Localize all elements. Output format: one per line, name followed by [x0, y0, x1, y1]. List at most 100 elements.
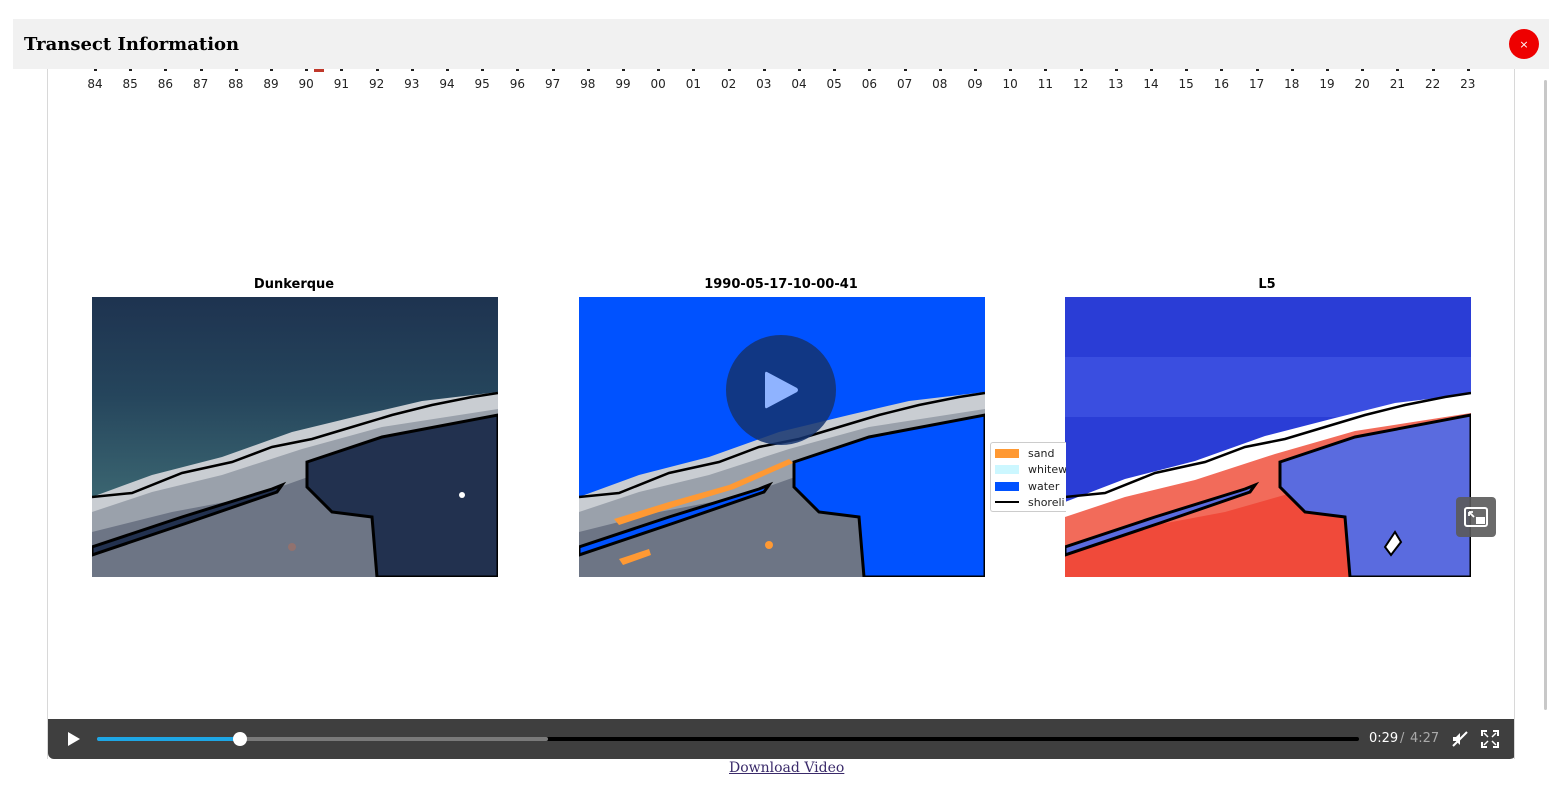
year-tick — [1361, 69, 1365, 71]
year-label: 16 — [1213, 77, 1230, 91]
year-label: 18 — [1284, 77, 1300, 91]
year-label: 04 — [791, 77, 807, 91]
year-tick — [1466, 69, 1470, 71]
close-icon: × — [1519, 37, 1529, 51]
year-tick — [375, 69, 379, 71]
year-tick — [1150, 69, 1153, 71]
video-progress-bar[interactable] — [97, 732, 1359, 746]
year-label: 00 — [650, 77, 666, 91]
legend-item-whitewater: whitew — [995, 462, 1066, 476]
mute-icon[interactable] — [1451, 730, 1469, 748]
year-tick — [833, 69, 837, 71]
year-label: 89 — [263, 77, 279, 91]
year-tick — [1290, 69, 1294, 71]
legend-item-shoreline: shoreli — [995, 495, 1065, 509]
year-tick — [410, 69, 414, 71]
year-tick — [974, 69, 977, 71]
year-tick — [727, 69, 731, 71]
year-label: 87 — [192, 77, 209, 91]
year-tick — [94, 69, 97, 71]
rgb-satellite-image — [92, 297, 498, 577]
modal-scrollbar[interactable] — [1544, 80, 1547, 710]
year-tick — [692, 69, 696, 71]
year-tick — [234, 69, 238, 71]
video-play-overlay-button[interactable] — [726, 335, 836, 445]
panel-title-location: Dunkerque — [253, 277, 335, 292]
year-tick — [164, 69, 168, 71]
year-label: 93 — [404, 77, 420, 91]
year-label: 85 — [122, 77, 138, 91]
download-video-link[interactable]: Download Video — [729, 760, 844, 776]
close-button[interactable]: × — [1509, 29, 1539, 59]
year-tick — [868, 69, 872, 71]
year-label: 13 — [1108, 77, 1124, 91]
year-label: 96 — [509, 77, 526, 91]
year-label: 86 — [157, 77, 174, 91]
year-tick — [1431, 69, 1435, 71]
year-label: 05 — [826, 77, 842, 91]
legend-swatch-shoreline — [995, 501, 1019, 503]
picture-in-picture-button[interactable] — [1456, 497, 1496, 537]
year-label: 20 — [1354, 77, 1370, 91]
year-tick — [129, 69, 133, 71]
year-tick — [798, 69, 801, 71]
year-tick — [1079, 69, 1083, 71]
year-tick — [938, 69, 942, 71]
year-label: 23 — [1460, 77, 1476, 91]
year-label: 90 — [298, 77, 314, 91]
legend-swatch-whitewater — [995, 464, 1019, 474]
year-tick — [762, 69, 766, 71]
year-tick — [270, 69, 273, 71]
legend-label: water — [1028, 479, 1060, 493]
year-label: 15 — [1178, 77, 1194, 91]
modal-title: Transect Information — [24, 34, 240, 55]
picture-in-picture-icon — [1464, 507, 1488, 527]
year-label: 92 — [368, 77, 385, 91]
panel-title-satellite: L5 — [1258, 277, 1276, 292]
progress-played — [97, 737, 240, 741]
legend-swatch-sand — [995, 448, 1019, 458]
year-label: 84 — [87, 77, 103, 91]
legend-label: shoreli — [1028, 495, 1065, 509]
year-label: 03 — [756, 77, 772, 91]
video-controls: 0:29 / 4:27 — [48, 719, 1514, 759]
year-label: 09 — [967, 77, 983, 91]
progress-thumb[interactable] — [232, 732, 247, 746]
legend-item-water: water — [995, 479, 1059, 493]
year-label: 98 — [580, 77, 596, 91]
legend-label: whitew — [1028, 462, 1066, 476]
year-label: 97 — [544, 77, 561, 91]
video-frame: 84 85 86 87 88 89 90 91 92 93 94 95 96 97 98 99 00 01 02 03… — [47, 69, 1515, 759]
year-tick — [622, 69, 625, 71]
current-year-marker — [314, 69, 325, 72]
year-tick — [305, 69, 309, 71]
play-icon — [765, 371, 798, 409]
year-tick — [199, 69, 203, 71]
year-tick — [1009, 69, 1013, 71]
year-label: 02 — [720, 77, 737, 91]
year-label: 11 — [1037, 77, 1054, 91]
year-label: 95 — [474, 77, 490, 91]
time-total: 4:27 — [1410, 731, 1440, 746]
time-current: 0:29 — [1369, 731, 1399, 746]
year-label: 99 — [615, 77, 631, 91]
year-tick — [1114, 69, 1118, 71]
year-tick — [516, 69, 520, 71]
year-tick — [1044, 69, 1048, 71]
year-label: 21 — [1389, 77, 1406, 91]
fullscreen-icon[interactable] — [1481, 730, 1499, 748]
year-tick — [551, 69, 555, 71]
year-label: 06 — [861, 77, 878, 91]
play-icon[interactable] — [64, 730, 82, 748]
year-tick — [1220, 69, 1224, 71]
year-tick — [657, 69, 661, 71]
year-timeline: 84 85 86 87 88 89 90 91 92 93 94 95 96 97 98 99 00 01 02 03… — [48, 69, 1514, 93]
panel-title-date: 1990-05-17-10-00-41 — [704, 277, 858, 292]
year-label: 88 — [228, 77, 244, 91]
year-label: 19 — [1319, 77, 1335, 91]
year-tick — [340, 69, 344, 71]
legend-swatch-water — [995, 481, 1019, 491]
year-tick — [586, 69, 590, 71]
year-label: 14 — [1143, 77, 1159, 91]
year-tick — [1326, 69, 1329, 71]
